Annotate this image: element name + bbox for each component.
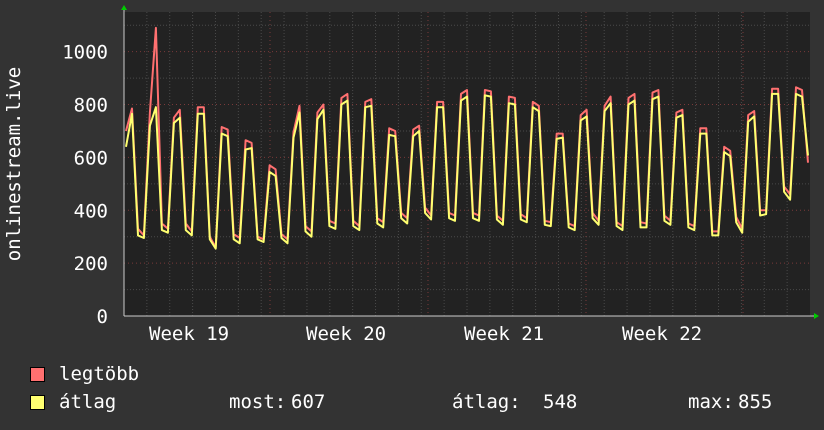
legend-label-atlag: átlag	[59, 391, 117, 413]
stat-max-label: max:	[688, 391, 734, 413]
x-tick-label: Week 20	[306, 323, 386, 345]
stat-average-value: 548	[543, 391, 578, 413]
legend-swatch-atlag	[30, 395, 45, 410]
y-tick-label: 1000	[62, 42, 108, 64]
x-tick-label: Week 22	[622, 323, 702, 345]
x-tick-label: Week 19	[149, 323, 229, 345]
legend-swatch-legtobb	[30, 367, 45, 382]
y-tick-label: 800	[74, 95, 108, 117]
y-axis-label: onlinestream.live	[3, 67, 25, 261]
stat-average-label: átlag:	[452, 391, 521, 413]
x-tick-label: Week 21	[464, 323, 544, 345]
stat-max-value: 855	[738, 391, 773, 413]
y-tick-label: 0	[97, 306, 108, 328]
y-tick-label: 600	[74, 147, 108, 169]
y-axis-arrow	[121, 5, 127, 10]
y-tick-label: 200	[74, 253, 108, 275]
stat-current-value: 607	[291, 391, 326, 413]
stat-current-label: most:	[229, 391, 287, 413]
x-axis-arrow	[814, 313, 819, 319]
legend-label-legtobb: legtöbb	[59, 363, 140, 385]
y-tick-label: 400	[74, 200, 108, 222]
